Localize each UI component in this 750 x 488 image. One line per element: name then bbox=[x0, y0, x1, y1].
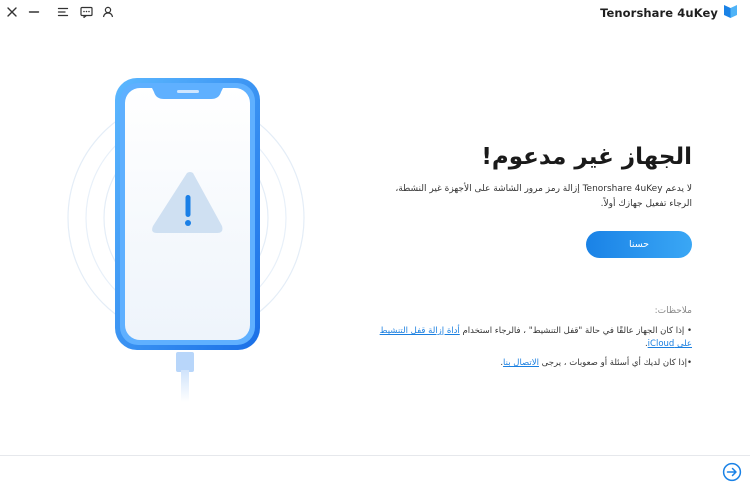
message-panel: الجهاز غير مدعوم! لا يدعم Tenorshare 4uK… bbox=[380, 140, 692, 212]
note-contact: •إذا كان لديك أي أسئلة أو صعوبات ، يرجى … bbox=[374, 357, 692, 370]
footer-divider bbox=[0, 455, 750, 456]
minimize-icon[interactable] bbox=[26, 4, 42, 20]
feedback-icon[interactable] bbox=[78, 4, 94, 20]
note1-text: • إذا كان الجهاز عالقًا في حالة "قفل الت… bbox=[459, 326, 692, 336]
account-icon[interactable] bbox=[100, 4, 116, 20]
close-icon[interactable] bbox=[4, 4, 20, 20]
brand-logo-icon bbox=[723, 3, 738, 23]
note2-text: •إذا كان لديك أي أسئلة أو صعوبات ، يرجى bbox=[538, 358, 692, 368]
menu-icon[interactable] bbox=[55, 4, 71, 20]
ok-button[interactable]: حسنا bbox=[586, 231, 692, 258]
brand: Tenorshare 4uKey bbox=[600, 4, 738, 22]
title-bar: Tenorshare 4uKey bbox=[0, 0, 750, 26]
page-title: الجهاز غير مدعوم! bbox=[481, 144, 692, 170]
notes-section: ملاحظات: • إذا كان الجهاز عالقًا في حالة… bbox=[374, 305, 692, 376]
contact-us-link[interactable]: الاتصال بنا bbox=[503, 358, 539, 368]
brand-name: Tenorshare 4uKey bbox=[600, 6, 718, 20]
notes-title: ملاحظات: bbox=[654, 306, 692, 316]
arrow-right-circle-icon[interactable] bbox=[722, 462, 742, 482]
note-activation-lock: • إذا كان الجهاز عالقًا في حالة "قفل الت… bbox=[374, 325, 692, 351]
description-text: لا يدعم Tenorshare 4uKey إزالة رمز مرور … bbox=[395, 184, 692, 209]
phone-illustration bbox=[60, 70, 320, 410]
